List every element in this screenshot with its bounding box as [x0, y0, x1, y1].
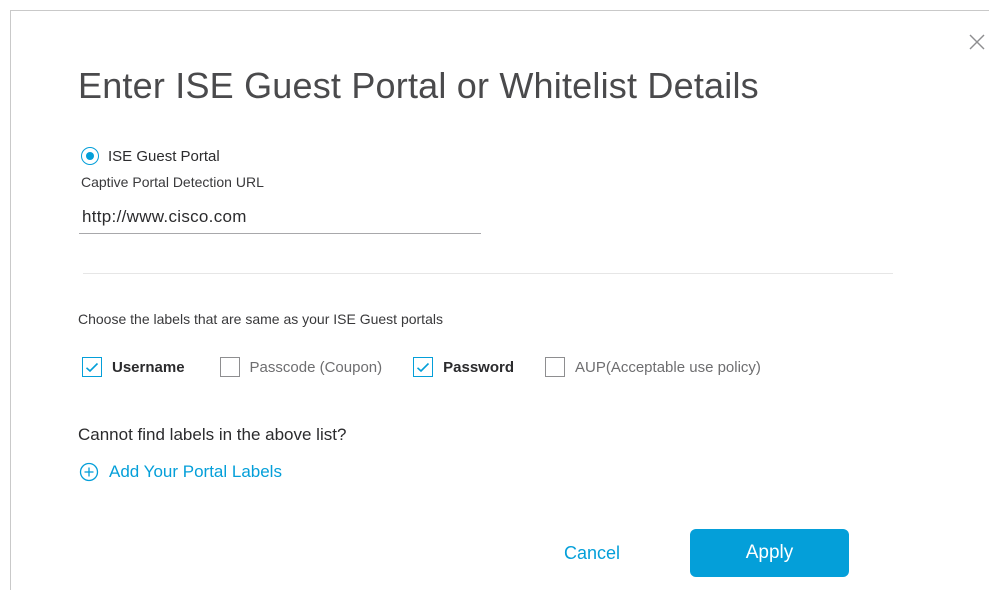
passcode-label: Passcode (Coupon)	[249, 358, 383, 376]
password-checkbox[interactable]	[413, 357, 434, 377]
close-icon[interactable]	[966, 31, 988, 53]
cannot-find-labels-text: Cannot find labels in the above list?	[78, 425, 347, 444]
add-portal-labels-link[interactable]: Add Your Portal Labels	[79, 462, 282, 482]
username-checkbox[interactable]	[82, 357, 102, 377]
passcode-checkbox[interactable]	[219, 357, 240, 377]
username-label: Username	[112, 358, 185, 376]
apply-button[interactable]: Apply	[690, 529, 849, 577]
username-option[interactable]: Username	[82, 357, 185, 377]
ise-guest-portal-radio[interactable]	[81, 147, 99, 165]
ise-guest-portal-label: ISE Guest Portal	[108, 147, 220, 165]
cancel-button[interactable]: Cancel	[551, 531, 633, 575]
section-divider	[83, 273, 893, 274]
guest-portal-dialog: Enter ISE Guest Portal or Whitelist Deta…	[10, 10, 989, 590]
plus-circle-icon	[79, 462, 99, 482]
radio-selected-dot	[86, 152, 94, 160]
password-label: Password	[443, 358, 514, 376]
checkmark-icon	[417, 362, 430, 372]
aup-option[interactable]: AUP(Acceptable use policy)	[545, 357, 761, 377]
captive-portal-url-input[interactable]	[79, 200, 481, 234]
label-checkbox-group: Username Passcode (Coupon) Password AUP(…	[82, 356, 761, 378]
checkmark-icon	[85, 362, 99, 372]
choose-labels-instruction: Choose the labels that are same as your …	[78, 311, 443, 327]
passcode-option[interactable]: Passcode (Coupon)	[219, 357, 383, 377]
add-portal-labels-text: Add Your Portal Labels	[109, 462, 282, 481]
aup-checkbox[interactable]	[545, 357, 565, 377]
aup-label: AUP(Acceptable use policy)	[575, 358, 761, 376]
dialog-title: Enter ISE Guest Portal or Whitelist Deta…	[78, 65, 759, 106]
captive-portal-url-label: Captive Portal Detection URL	[81, 174, 264, 190]
password-option[interactable]: Password	[413, 357, 514, 377]
ise-guest-portal-option[interactable]: ISE Guest Portal	[81, 147, 220, 165]
